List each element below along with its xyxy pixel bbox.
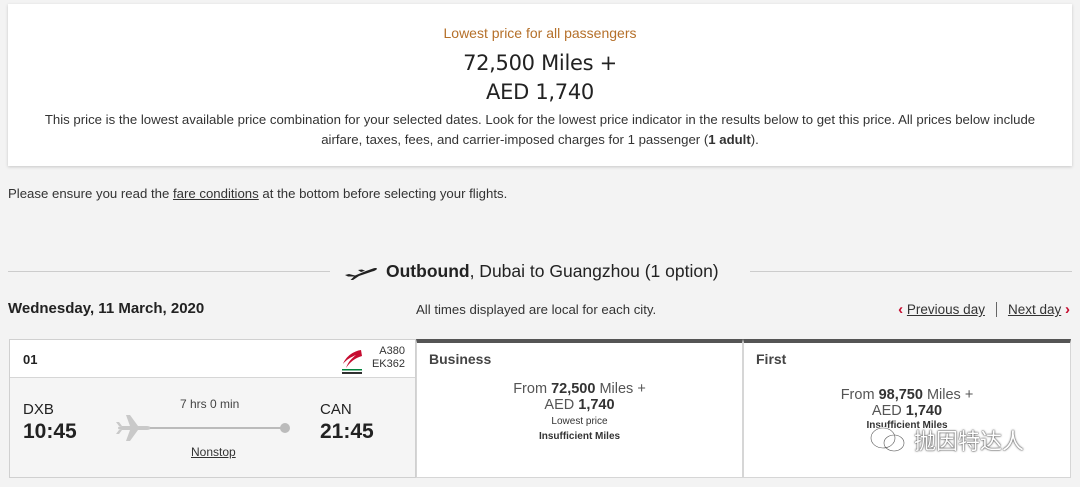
outbound-route: , Dubai to Guangzhou (1 option) — [469, 261, 719, 281]
aircraft-info: A380 EK362 — [372, 345, 405, 371]
lowest-price-miles: 72,500 Miles + — [463, 51, 617, 75]
lowest-price-tag: Lowest price — [551, 416, 608, 427]
divider-left — [8, 271, 330, 272]
plane-icon — [116, 415, 151, 441]
chevron-left-icon[interactable]: ‹ — [898, 301, 903, 318]
price-note: This price is the lowest available price… — [44, 112, 1036, 147]
departure-time: 10:45 — [23, 420, 77, 443]
cabin-name: First — [756, 351, 787, 367]
cabin-name: Business — [429, 351, 492, 367]
next-day-link[interactable]: Next day — [1008, 302, 1061, 317]
flight-index: 01 — [23, 352, 38, 367]
previous-day-link[interactable]: Previous day — [907, 302, 985, 317]
flight-card[interactable]: 01 A380 EK362 DXB 10:45 7 hrs 0 min Nons… — [9, 339, 416, 478]
watermark-text: 抛因特达人 — [914, 430, 1025, 455]
day-navigation: ‹ Previous day Next day › — [898, 301, 1070, 318]
outbound-header: Outbound, Dubai to Guangzhou (1 option) — [344, 261, 719, 282]
flight-number: EK362 — [371, 358, 405, 370]
chevron-right-icon[interactable]: › — [1065, 301, 1070, 318]
route-line — [150, 427, 284, 429]
business-cabin-option[interactable]: Business From 72,500 Miles + AED 1,740 L… — [416, 339, 743, 478]
aircraft-type: A380 — [379, 345, 405, 357]
arrival-time: 21:45 — [320, 420, 374, 443]
airplane-icon — [345, 267, 377, 280]
first-price: From 98,750 Miles + AED 1,740 — [840, 387, 974, 419]
flight-card-header: 01 A380 EK362 — [10, 340, 415, 378]
divider-right — [750, 271, 1072, 272]
wechat-icon — [869, 426, 906, 453]
destination-code: CAN — [320, 401, 352, 418]
emirates-logo-icon — [341, 350, 363, 374]
timezone-note: All times displayed are local for each c… — [416, 302, 657, 317]
nav-separator — [995, 302, 997, 317]
fare-conditions-link[interactable]: fare conditions — [173, 186, 259, 201]
lowest-price-heading: Lowest price for all passengers — [443, 25, 637, 41]
flight-duration: 7 hrs 0 min — [180, 397, 240, 411]
outbound-label: Outbound — [386, 261, 470, 281]
first-cabin-option[interactable]: First From 98,750 Miles + AED 1,740 Insu… — [743, 339, 1071, 478]
passenger-count: 1 adult — [708, 132, 751, 147]
lowest-price-aed: AED 1,740 — [486, 80, 594, 104]
insufficient-miles-tag: Insufficient Miles — [538, 431, 621, 442]
flight-date: Wednesday, 11 March, 2020 — [8, 300, 205, 317]
lowest-price-summary: Lowest price for all passengers 72,500 M… — [8, 4, 1072, 166]
nonstop-link[interactable]: Nonstop — [191, 445, 236, 459]
fare-conditions-note: Please ensure you read the fare conditio… — [8, 186, 508, 201]
business-price: From 72,500 Miles + AED 1,740 — [513, 381, 646, 413]
origin-code: DXB — [23, 401, 54, 418]
watermark: 抛因特达人 — [868, 424, 1024, 456]
route-endpoint — [280, 423, 290, 433]
